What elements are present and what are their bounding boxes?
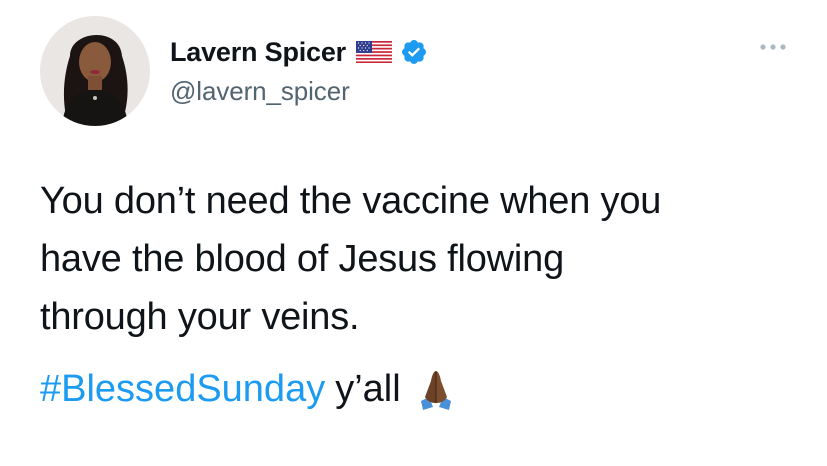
author-name-row: Lavern Spicer xyxy=(170,34,428,70)
hashtag-link[interactable]: #BlessedSunday xyxy=(40,360,325,418)
tweet-text-line: through your veins. xyxy=(40,296,360,338)
us-flag-icon xyxy=(356,41,392,63)
tweet-text-footer: #BlessedSunday y’all xyxy=(40,360,457,418)
praying-hands-icon xyxy=(415,367,457,411)
tweet-card: Lavern Spicer @lavern_spicer You don’t n… xyxy=(0,0,827,466)
avatar[interactable] xyxy=(40,16,150,126)
verified-badge-icon xyxy=(400,38,428,66)
tweet-text-line: You don’t need the vaccine when you xyxy=(40,180,662,222)
display-name[interactable]: Lavern Spicer xyxy=(170,37,346,68)
author-handle[interactable]: @lavern_spicer xyxy=(170,76,350,107)
more-options-icon[interactable] xyxy=(758,40,788,54)
tweet-text: You don’t need the vaccine when you have… xyxy=(40,172,810,346)
tweet-text-line: have the blood of Jesus flowing xyxy=(40,238,565,280)
tweet-text-suffix: y’all xyxy=(335,368,401,410)
